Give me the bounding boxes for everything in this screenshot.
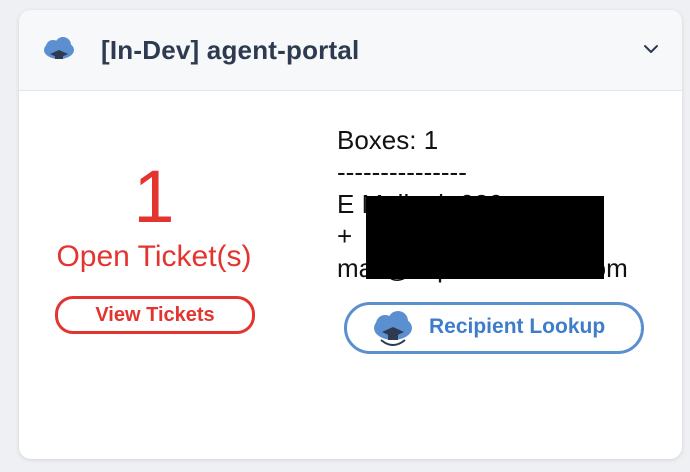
card-title: [In-Dev] agent-portal <box>101 35 360 65</box>
agent-portal-card: [In-Dev] agent-portal 1 Open Ticket(s) V… <box>19 10 682 459</box>
card-header[interactable]: [In-Dev] agent-portal <box>19 10 682 91</box>
view-tickets-button[interactable]: View Tickets <box>55 296 255 334</box>
redaction-block <box>366 196 604 279</box>
cloud-graduate-icon <box>371 310 415 348</box>
chevron-down-icon[interactable] <box>642 40 660 58</box>
open-ticket-label: Open Ticket(s) <box>56 240 252 273</box>
open-ticket-count: 1 <box>133 155 175 238</box>
info-divider: --------------- <box>337 157 467 187</box>
recipient-lookup-label: Recipient Lookup <box>429 315 606 338</box>
cloud-graduate-icon <box>41 36 77 64</box>
recipient-lookup-button[interactable]: Recipient Lookup <box>344 302 644 354</box>
boxes-count: Boxes: 1 <box>337 125 439 155</box>
